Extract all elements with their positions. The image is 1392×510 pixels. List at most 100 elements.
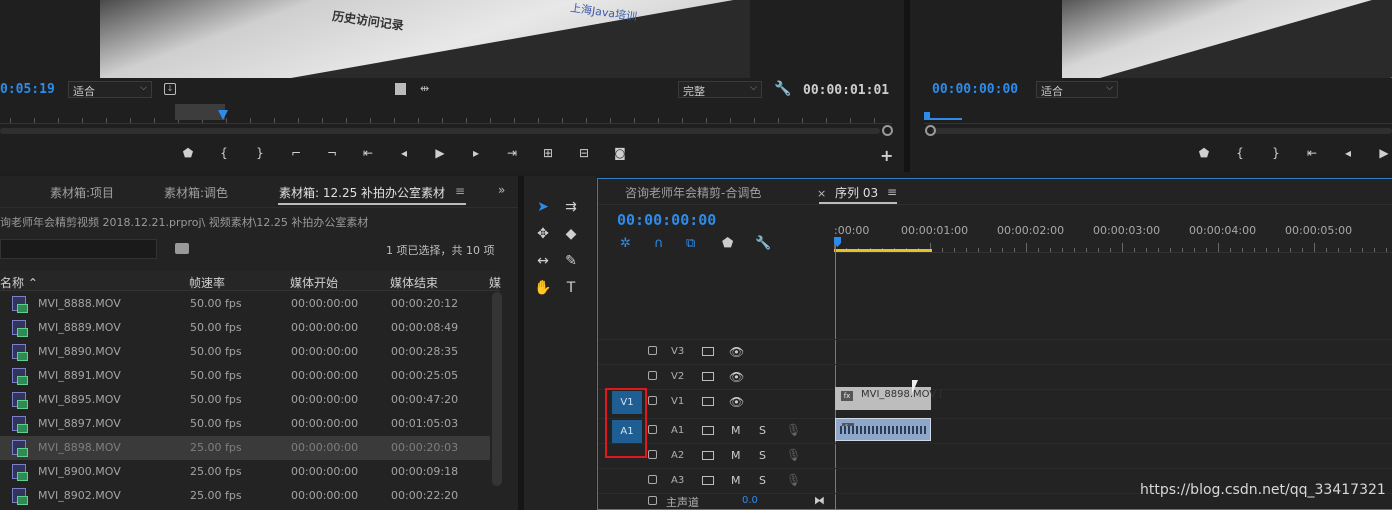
mark-out-icon[interactable]: } (1258, 146, 1294, 164)
lane-a2[interactable] (835, 443, 1392, 468)
nest-toggle-icon[interactable]: ✲ (620, 236, 631, 251)
clear-out-icon[interactable]: ¬ (314, 146, 350, 164)
microphone-icon[interactable]: 🎙 (786, 423, 801, 437)
overwrite-icon[interactable]: ⊟ (566, 146, 602, 164)
mark-out-icon[interactable]: } (242, 146, 278, 164)
ripple-edit-tool-icon[interactable]: ✥ (532, 223, 554, 245)
sync-lock-icon[interactable] (702, 372, 714, 381)
eye-icon[interactable]: 👁 (729, 370, 744, 384)
tab-bin-office[interactable]: 素材箱: 12.25 补拍办公室素材 (279, 184, 445, 201)
wrench-icon[interactable]: 🔧 (774, 81, 791, 97)
pen-tool-icon[interactable]: ✎ (560, 250, 582, 272)
slip-tool-icon[interactable]: ↔ (532, 250, 554, 272)
snap-magnet-icon[interactable]: ∩ (654, 236, 664, 251)
step-back-icon[interactable]: ◂ (1330, 146, 1366, 164)
lock-icon[interactable] (648, 371, 657, 380)
bin-item-row[interactable]: MVI_8888.MOV 50.00 fps 00:00:00:00 00:00:20… (0, 292, 490, 316)
mark-in-icon[interactable]: { (1222, 146, 1258, 164)
bin-item-row[interactable]: MVI_8889.MOV 50.00 fps 00:00:00:00 00:00:08… (0, 316, 490, 340)
program-zoom-handle[interactable] (925, 125, 936, 136)
go-to-out-icon[interactable]: ⇥ (494, 146, 530, 164)
solo-button[interactable]: S (759, 424, 766, 437)
solo-button[interactable]: S (759, 449, 766, 462)
tab-sequence-03[interactable]: 序列 03 (835, 184, 878, 201)
clear-in-icon[interactable]: ⌐ (278, 146, 314, 164)
source-time-ruler[interactable] (0, 106, 892, 124)
eye-icon[interactable]: 👁 (729, 395, 744, 409)
source-quality-dropdown[interactable]: 完整 ⌵ (678, 81, 762, 98)
add-marker-icon[interactable]: ⬟ (722, 236, 733, 251)
play-icon[interactable]: ▶ (422, 146, 458, 164)
column-media-extra[interactable]: 媒 (489, 274, 501, 291)
solo-button[interactable]: S (759, 474, 766, 487)
bin-item-row[interactable]: MVI_8898.MOV 25.00 fps 00:00:00:00 00:00:20… (0, 436, 490, 460)
add-marker-icon[interactable]: ⬟ (1186, 146, 1222, 164)
lock-icon[interactable] (648, 496, 657, 505)
add-marker-icon[interactable]: ⬟ (170, 146, 206, 164)
mute-button[interactable]: M (731, 424, 741, 437)
master-volume-value[interactable]: 0.0 (742, 495, 758, 506)
microphone-icon[interactable]: 🎙 (786, 448, 801, 462)
bin-search-input[interactable] (0, 239, 157, 259)
column-frame-rate[interactable]: 帧速率 (189, 274, 225, 291)
audio-clip[interactable]: fx (835, 418, 931, 441)
go-to-in-icon[interactable]: ⇤ (350, 146, 386, 164)
sync-lock-icon[interactable] (702, 476, 714, 485)
program-time-ruler[interactable] (924, 106, 1392, 124)
track-select-tool-icon[interactable]: ⇉ (560, 196, 582, 218)
insert-icon[interactable]: ⊞ (530, 146, 566, 164)
camera-icon[interactable]: ◙ (602, 146, 638, 164)
microphone-icon[interactable]: 🎙 (786, 473, 801, 487)
timeline-ruler[interactable]: :00:00 00:00:01:00 00:00:02:00 00:00:03:00 0… (834, 217, 1392, 253)
new-bin-icon[interactable] (175, 243, 189, 254)
source-timecode[interactable]: 0:05:19 (0, 82, 55, 97)
lane-v2[interactable] (835, 364, 1392, 389)
program-playhead[interactable] (924, 112, 962, 120)
column-media-end[interactable]: 媒体结束 (390, 274, 438, 291)
sync-lock-icon[interactable] (702, 451, 714, 460)
lane-v3[interactable] (835, 339, 1392, 364)
tab-menu-icon[interactable]: ≡ (455, 184, 465, 198)
source-fit-dropdown[interactable]: 适合 ⌵ (68, 81, 152, 98)
source-in-out-range[interactable] (175, 104, 225, 120)
program-timecode[interactable]: 00:00:00:00 (932, 82, 1018, 97)
lock-icon[interactable] (648, 396, 657, 405)
close-icon[interactable]: × (817, 187, 826, 200)
tab-sequence-grading[interactable]: 咨询老师年会精剪-合调色 (625, 184, 761, 201)
eye-icon[interactable]: 👁 (729, 345, 744, 359)
hand-tool-icon[interactable]: ✋ (532, 277, 554, 299)
add-button[interactable]: + (880, 146, 893, 165)
go-to-in-icon[interactable]: ⇤ (1294, 146, 1330, 164)
work-area-bar[interactable] (834, 249, 932, 252)
lock-icon[interactable] (648, 475, 657, 484)
expand-tabs-icon[interactable]: » (498, 183, 505, 197)
sync-lock-icon[interactable] (702, 397, 714, 406)
column-name[interactable]: 名称 ⌃ (0, 274, 38, 291)
source-zoom-scrollbar[interactable] (0, 128, 880, 134)
mute-button[interactable]: M (731, 449, 741, 462)
bin-item-row[interactable]: MVI_8891.MOV 50.00 fps 00:00:00:00 00:00:25… (0, 364, 490, 388)
step-back-icon[interactable]: ◂ (386, 146, 422, 164)
bin-item-row[interactable]: MVI_8900.MOV 25.00 fps 00:00:00:00 00:00:09… (0, 460, 490, 484)
export-frame-icon[interactable]: ↓ (164, 83, 176, 95)
menu-icon[interactable]: ≡ (887, 185, 897, 199)
mark-in-icon[interactable]: { (206, 146, 242, 164)
source-zoom-handle[interactable] (882, 125, 893, 136)
tab-bin-grading[interactable]: 素材箱:调色 (164, 184, 228, 201)
type-tool-icon[interactable]: T (560, 277, 582, 299)
linked-selection-icon[interactable]: ⧉ (686, 236, 695, 251)
play-icon[interactable]: ▶ (1366, 146, 1392, 164)
filmstrip-icon[interactable] (395, 83, 406, 95)
sync-lock-icon[interactable] (702, 426, 714, 435)
selection-tool-icon[interactable]: ➤ (532, 196, 554, 218)
sync-lock-icon[interactable] (702, 347, 714, 356)
razor-tool-icon[interactable]: ◆ (560, 223, 582, 245)
timeline-timecode[interactable]: 00:00:00:00 (617, 211, 716, 229)
bin-item-row[interactable]: MVI_8895.MOV 50.00 fps 00:00:00:00 00:00:47… (0, 388, 490, 412)
lock-icon[interactable] (648, 425, 657, 434)
step-forward-icon[interactable]: ▸ (458, 146, 494, 164)
column-media-start[interactable]: 媒体开始 (290, 274, 338, 291)
go-to-end-icon[interactable]: ⧓ (814, 494, 825, 507)
bin-item-row[interactable]: MVI_8890.MOV 50.00 fps 00:00:00:00 00:00:28… (0, 340, 490, 364)
lock-icon[interactable] (648, 346, 657, 355)
